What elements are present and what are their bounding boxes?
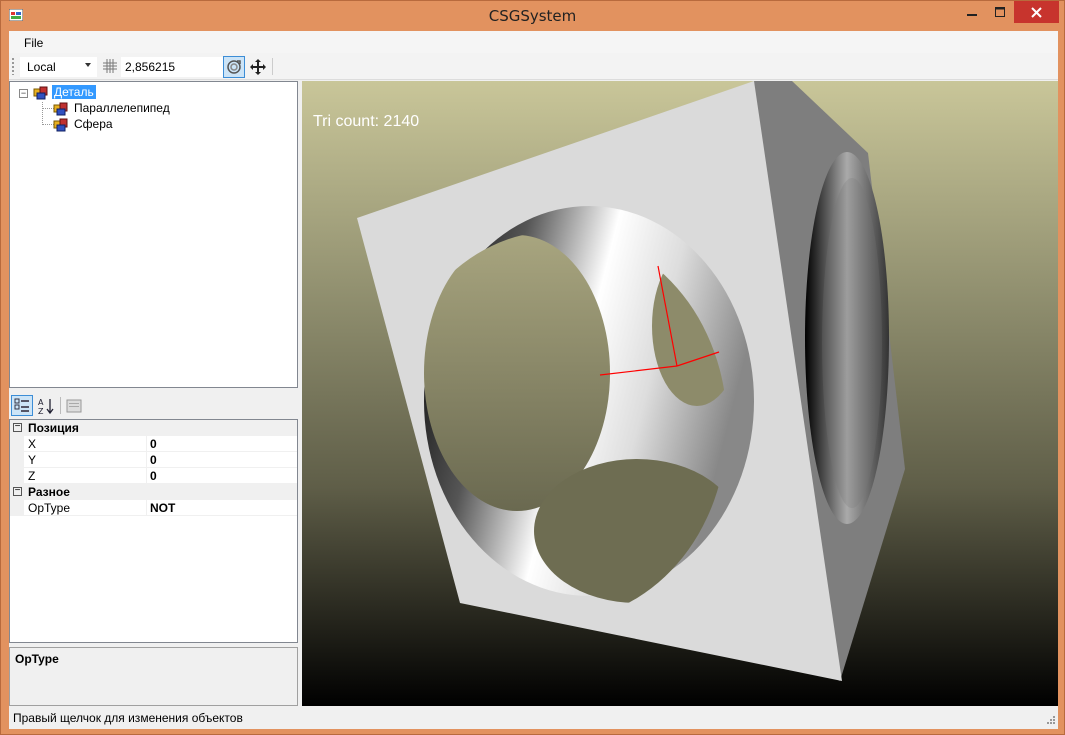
category-collapse-toggle[interactable]: −: [13, 422, 22, 432]
coordinate-mode-value: Local: [27, 60, 56, 74]
help-title: OpType: [15, 652, 59, 666]
tree-line: [42, 102, 43, 125]
property-value[interactable]: 0: [150, 453, 157, 467]
property-pages-icon: [66, 399, 82, 412]
minimize-icon: [967, 14, 977, 16]
property-category-misc[interactable]: − Разное: [10, 484, 297, 500]
toolbar-separator: [272, 58, 273, 75]
toolbar: Local: [9, 53, 1058, 80]
property-row-z[interactable]: Z 0: [10, 468, 297, 484]
property-value[interactable]: 0: [150, 469, 157, 483]
column-divider[interactable]: [146, 436, 147, 452]
sort-az-icon: A Z: [38, 398, 54, 415]
app-window: CSGSystem File Local 2,856215 − Деталь П…: [0, 0, 1065, 735]
categorized-icon: [14, 398, 29, 412]
rotate-tool-button[interactable]: [223, 56, 245, 78]
property-value[interactable]: 0: [150, 437, 157, 451]
column-divider[interactable]: [146, 452, 147, 468]
row-gutter: [10, 436, 24, 452]
property-grid-toolbar: A Z: [9, 392, 298, 418]
row-gutter: [10, 468, 24, 484]
rotate-icon: [227, 60, 241, 74]
tree-node-child[interactable]: Сфера: [52, 116, 115, 132]
chevron-down-icon[interactable]: [85, 63, 91, 67]
status-text: Правый щелчок для изменения объектов: [13, 711, 243, 725]
menu-file[interactable]: File: [24, 36, 43, 50]
window-title: CSGSystem: [488, 7, 577, 25]
categorized-view-button[interactable]: [11, 395, 33, 416]
scene-tree[interactable]: − Деталь Параллелепипед Сфера: [9, 81, 298, 388]
category-label: Позиция: [28, 421, 79, 435]
toolbar-grip[interactable]: [12, 58, 14, 75]
side-hole-inner: [822, 178, 882, 508]
row-gutter: [10, 452, 24, 468]
primitive-icon: [53, 102, 68, 116]
hole-left: [424, 235, 610, 511]
property-value[interactable]: NOT: [150, 501, 175, 515]
category-label: Разное: [28, 485, 70, 499]
property-name: Z: [28, 469, 36, 483]
property-name: OpType: [28, 501, 71, 515]
column-divider[interactable]: [146, 500, 147, 516]
move-icon: [250, 59, 266, 75]
primitive-icon: [53, 118, 68, 132]
client-area: File Local 2,856215 − Деталь Параллелепи…: [9, 31, 1058, 729]
category-collapse-toggle[interactable]: −: [13, 486, 22, 496]
property-name: Y: [28, 453, 37, 467]
close-icon: [1031, 6, 1042, 18]
move-tool-button[interactable]: [247, 56, 269, 78]
property-row-x[interactable]: X 0: [10, 436, 297, 452]
property-row-optype[interactable]: OpType NOT: [10, 500, 297, 516]
close-button[interactable]: [1014, 1, 1059, 23]
property-name: X: [28, 437, 37, 451]
grid-icon: [103, 59, 117, 73]
property-pages-button[interactable]: [63, 395, 85, 416]
tree-collapse-toggle[interactable]: −: [19, 89, 28, 98]
property-help-panel: OpType: [9, 647, 298, 706]
maximize-icon: [995, 7, 1005, 17]
tree-node-root[interactable]: Деталь: [32, 84, 96, 100]
status-bar: Правый щелчок для изменения объектов: [9, 707, 1058, 729]
tree-node-label: Деталь: [52, 85, 96, 99]
coordinate-mode-select[interactable]: Local: [20, 57, 97, 77]
alphabetical-view-button[interactable]: A Z: [35, 395, 57, 416]
toolbar-separator: [60, 397, 61, 414]
grid-size-input[interactable]: [121, 57, 223, 77]
title-bar[interactable]: CSGSystem: [1, 1, 1064, 31]
assembly-icon: [33, 86, 48, 100]
triangle-count-label: Tri count: 2140: [313, 113, 420, 130]
minimize-button[interactable]: [958, 1, 986, 23]
menu-bar: File: [9, 31, 1058, 53]
csg-model-render: [357, 81, 905, 681]
3d-viewport[interactable]: Tri count: 2140: [302, 81, 1058, 706]
property-category-position[interactable]: − Позиция: [10, 420, 297, 436]
row-gutter: [10, 500, 24, 516]
tree-node-label: Параллелепипед: [74, 101, 170, 115]
column-divider[interactable]: [146, 468, 147, 484]
svg-text:A: A: [38, 398, 44, 407]
svg-text:Z: Z: [38, 407, 44, 415]
resize-grip-icon[interactable]: [1044, 715, 1056, 727]
property-row-y[interactable]: Y 0: [10, 452, 297, 468]
tree-node-label: Сфера: [74, 117, 113, 131]
property-grid[interactable]: − Позиция X 0 Y 0 Z 0 − Разное OpType NO…: [9, 419, 298, 643]
maximize-button[interactable]: [986, 1, 1014, 23]
tree-node-child[interactable]: Параллелепипед: [52, 100, 172, 116]
